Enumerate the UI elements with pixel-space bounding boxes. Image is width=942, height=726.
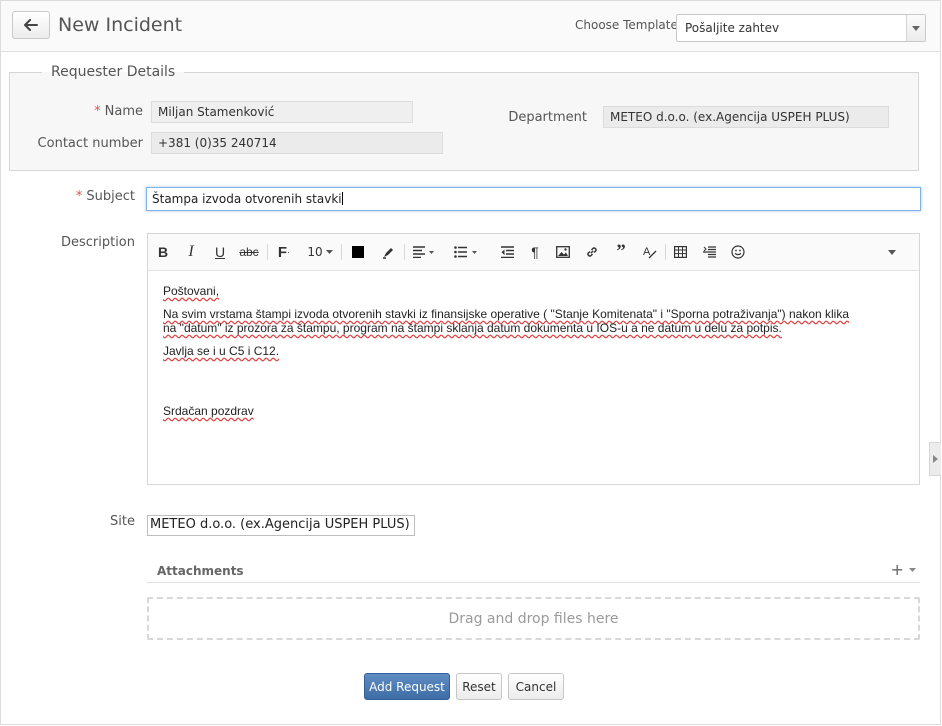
font-size-value: 10	[307, 245, 323, 259]
subject-label: * Subject	[75, 189, 135, 204]
svg-text:A: A	[643, 246, 651, 258]
font-family-icon[interactable]: F ·	[275, 242, 293, 262]
required-icon: *	[94, 104, 101, 119]
table-icon[interactable]	[671, 242, 689, 262]
back-button[interactable]	[12, 11, 50, 39]
blockquote-icon[interactable]: ”	[612, 241, 630, 262]
text-color-icon[interactable]	[349, 242, 367, 262]
attachments-title: Attachments	[157, 564, 244, 578]
add-attachment-button[interactable]: +	[890, 560, 916, 579]
arrow-left-icon	[24, 19, 38, 31]
description-greeting: Poštovani,	[163, 284, 220, 298]
description-editor[interactable]: B I U abc F · 10 ¶ ” A Poštovani, Na svi…	[147, 233, 920, 485]
page-header: New Incident Choose Template Pošaljite z…	[1, 1, 940, 52]
cancel-button[interactable]: Cancel	[508, 673, 564, 700]
toolbar-divider	[341, 244, 342, 260]
name-field[interactable]: Miljan Stamenković	[151, 101, 413, 123]
align-icon[interactable]	[410, 242, 438, 262]
clear-format-icon[interactable]: A	[641, 242, 659, 262]
link-icon[interactable]	[583, 242, 601, 262]
department-label: Department	[508, 110, 587, 125]
template-label: Choose Template	[575, 18, 678, 32]
description-content[interactable]: Poštovani, Na svim vrstama štampi izvoda…	[163, 284, 908, 427]
template-select-value: Pošaljite zahtev	[685, 21, 780, 35]
italic-icon[interactable]: I	[182, 242, 200, 262]
contact-number-label: Contact number	[37, 136, 143, 151]
chevron-right-icon	[933, 455, 938, 463]
bulleted-list-icon[interactable]	[452, 242, 480, 262]
required-icon: *	[75, 189, 83, 204]
paragraph-icon[interactable]: ¶	[526, 242, 544, 262]
emoji-icon[interactable]	[729, 242, 747, 262]
description-label: Description	[60, 235, 135, 250]
bold-icon[interactable]: B	[154, 242, 172, 262]
page-title: New Incident	[58, 14, 183, 36]
toolbar-divider	[665, 244, 666, 260]
site-input[interactable]: METEO d.o.o. (ex.Agencija USPEH PLUS)	[147, 515, 415, 536]
requester-details-legend: Requester Details	[51, 64, 176, 80]
subject-input[interactable]: Štampa izvoda otvorenih stavki	[146, 187, 921, 211]
contact-number-field[interactable]: +381 (0)35 240714	[151, 132, 443, 154]
highlight-pen-icon[interactable]	[379, 242, 397, 262]
plus-icon: +	[890, 560, 904, 579]
more-options-chevron-icon[interactable]	[883, 242, 901, 262]
template-select[interactable]: Pošaljite zahtev	[676, 14, 926, 42]
name-label: * Name	[94, 104, 143, 119]
text-caret	[341, 192, 343, 205]
underline-icon[interactable]: U	[211, 242, 229, 262]
horizontal-rule-icon[interactable]	[700, 242, 718, 262]
dropdown-arrow-icon[interactable]	[906, 15, 925, 41]
incident-form-window: New Incident Choose Template Pošaljite z…	[0, 0, 941, 725]
image-icon[interactable]	[554, 242, 572, 262]
attachments-header: Attachments +	[147, 557, 920, 583]
editor-toolbar: B I U abc F · 10 ¶ ” A	[148, 234, 919, 271]
description-body-line3: Javlja se i u C5 i C12.	[163, 344, 280, 358]
chevron-down-icon	[325, 250, 333, 254]
attachment-dropzone[interactable]: Drag and drop files here	[147, 597, 920, 640]
font-size-select[interactable]: 10	[306, 242, 334, 262]
outdent-icon[interactable]	[498, 242, 516, 262]
strikethrough-icon[interactable]: abc	[239, 242, 258, 262]
side-panel-toggle[interactable]	[929, 442, 941, 476]
toolbar-divider	[404, 244, 405, 260]
toolbar-divider	[267, 244, 268, 260]
reset-button[interactable]: Reset	[456, 673, 502, 700]
description-body: Na svim vrstama štampi izvoda otvorenih …	[163, 307, 850, 335]
department-field[interactable]: METEO d.o.o. (ex.Agencija USPEH PLUS)	[603, 106, 889, 128]
site-label: Site	[110, 514, 135, 529]
chevron-down-icon	[909, 568, 916, 572]
add-request-button[interactable]: Add Request	[364, 673, 450, 700]
description-closing: Srdačan pozdrav	[163, 404, 254, 418]
